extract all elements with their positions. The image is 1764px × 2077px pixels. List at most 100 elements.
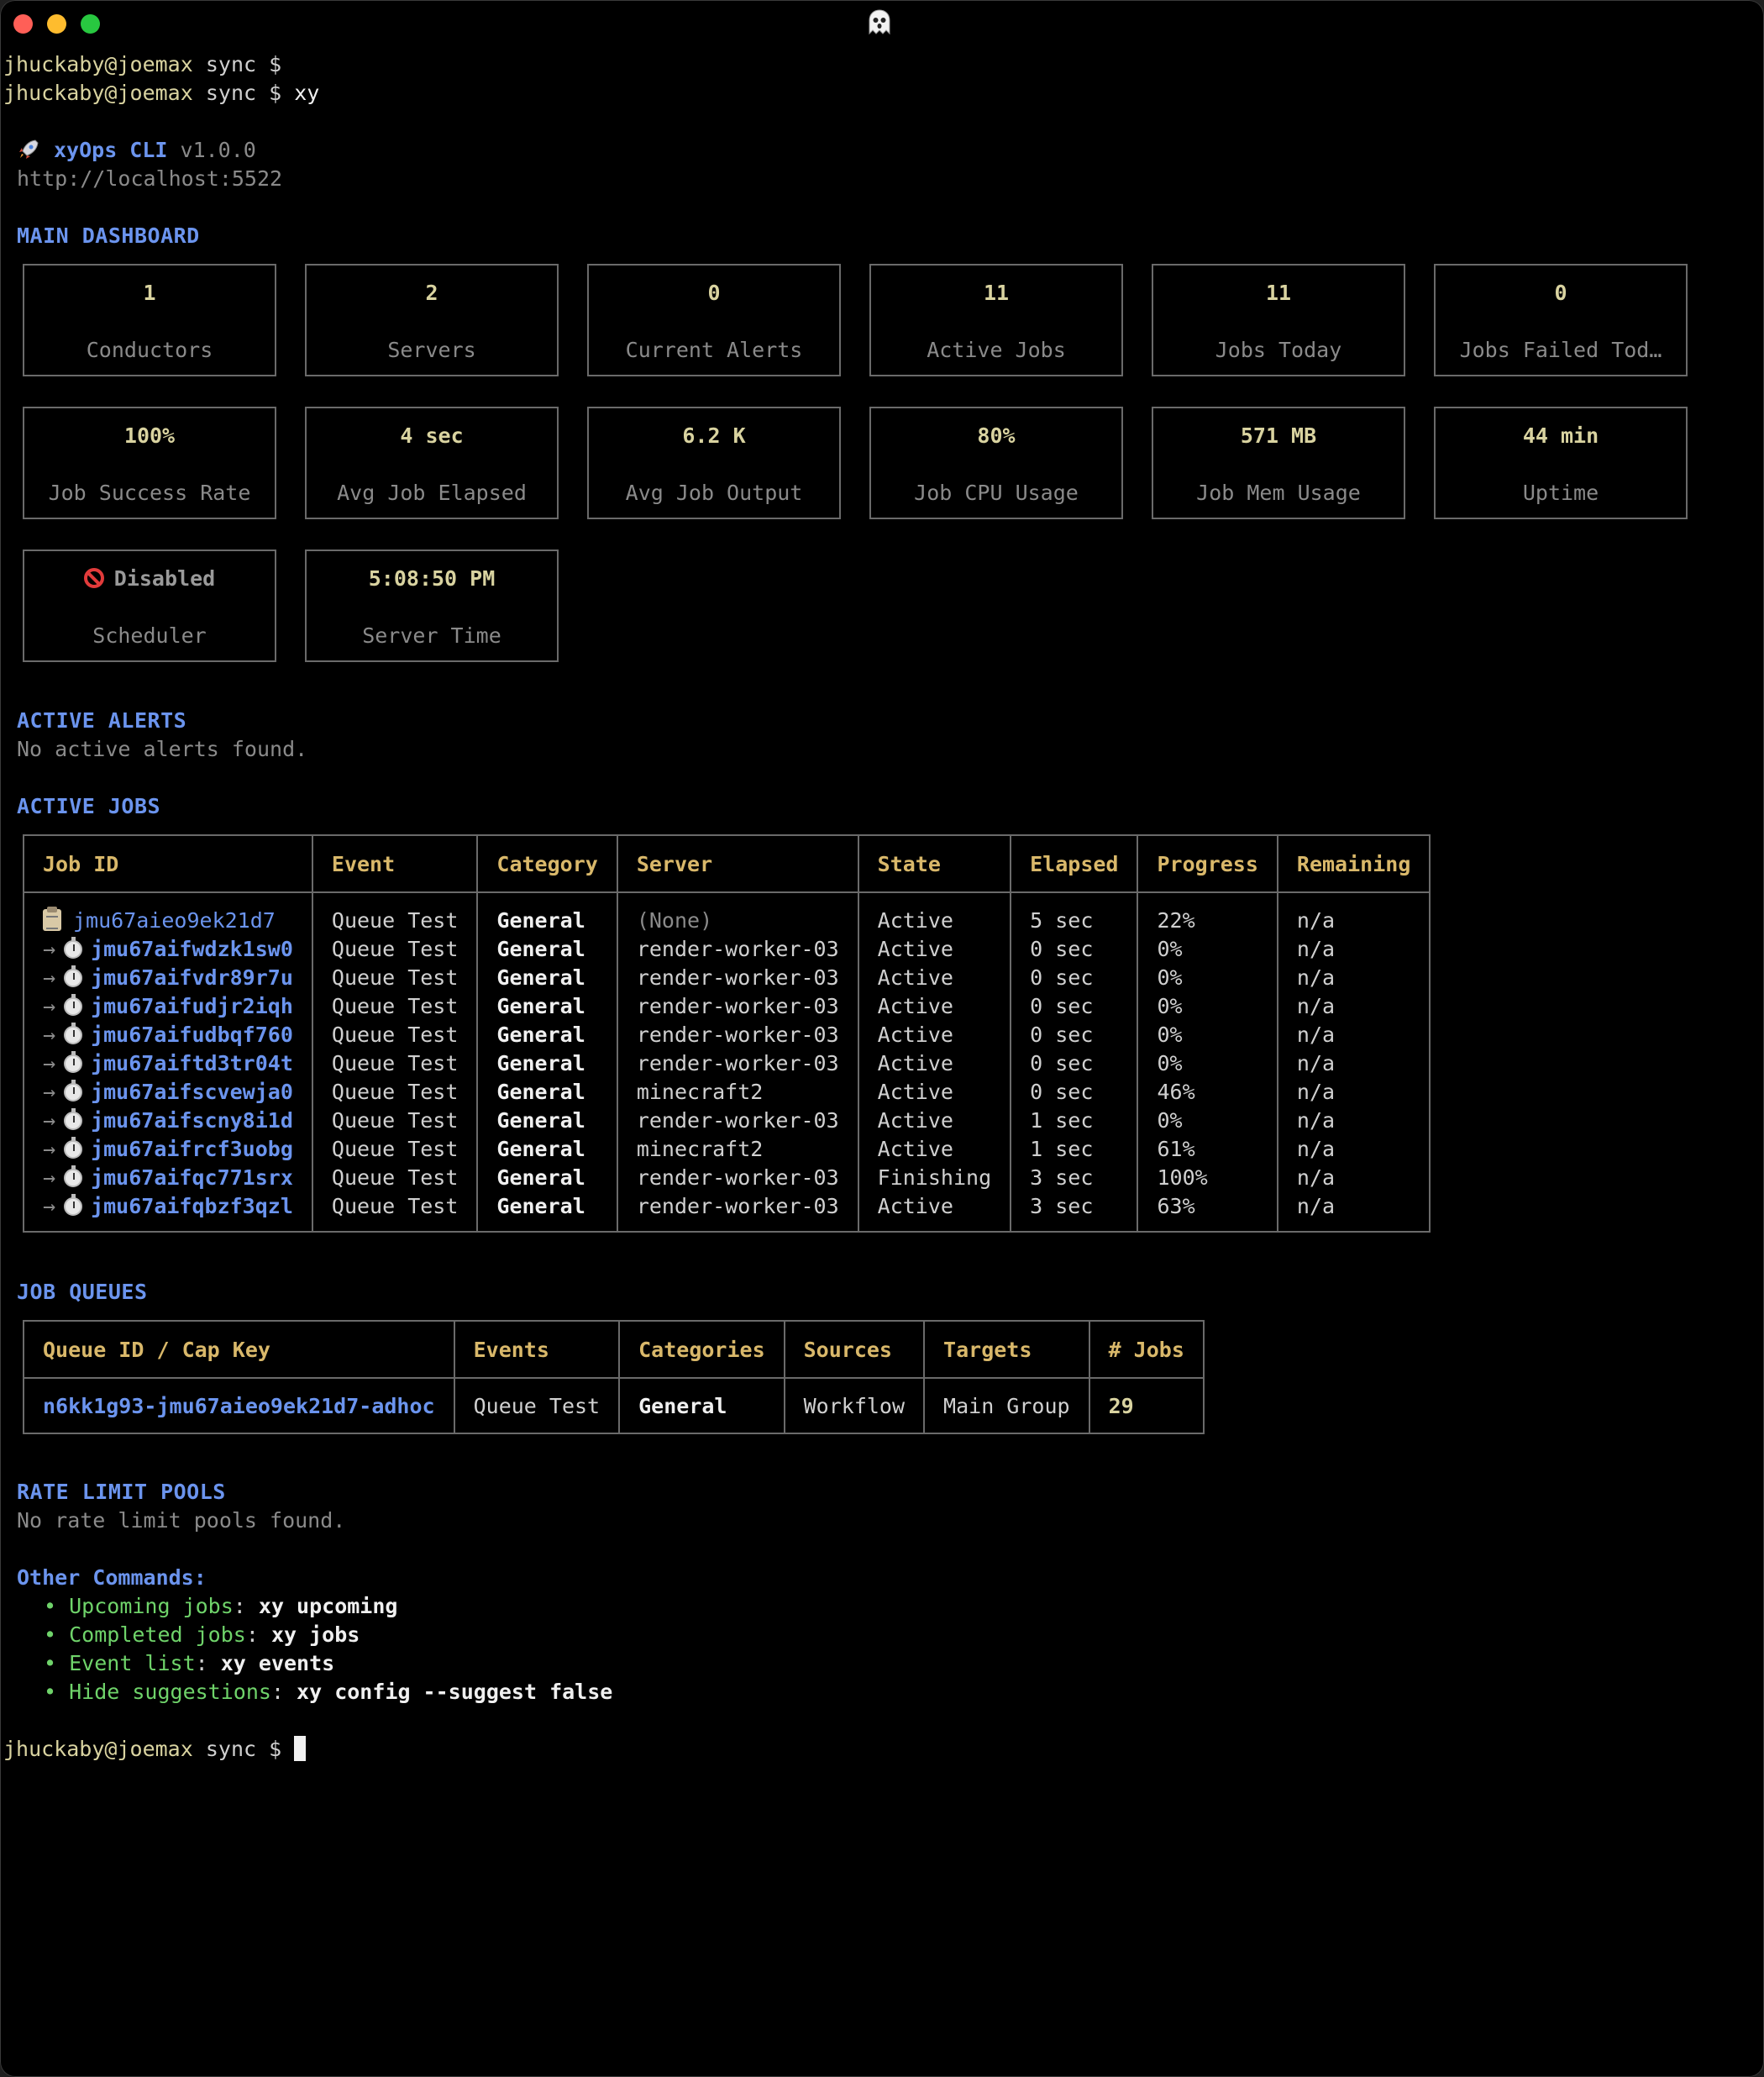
elapsed-column: 5 sec 0 sec 0 sec 0 sec 0 sec 0 sec 0 sec 1 sec… bbox=[1010, 891, 1139, 1233]
job-elapsed-cell: 3 sec bbox=[1030, 1165, 1094, 1190]
job-id-cell[interactable]: → jmu67aifrcf3uobg bbox=[43, 1135, 293, 1164]
stopwatch-icon bbox=[64, 1137, 83, 1159]
job-state-cell: Active bbox=[877, 1108, 953, 1133]
job-remaining-cell: n/a bbox=[1296, 1194, 1336, 1218]
stat-label: Conductors bbox=[86, 338, 213, 362]
table-row[interactable]: n6kk1g93-jmu67aieo9ek21d7-adhoc Queue Te… bbox=[23, 1377, 1205, 1434]
suggestion-label: Upcoming jobs bbox=[69, 1594, 234, 1618]
job-progress-cell: 61% bbox=[1157, 1137, 1195, 1161]
child-arrow-icon: → bbox=[43, 1137, 56, 1161]
progress-column: 22% 0% 0% 0% 0% 0% 46% 0% 61% 100% 63% bbox=[1137, 891, 1278, 1233]
terminal-output[interactable]: jhuckaby@joemax sync $ jhuckaby@joemax s… bbox=[0, 0, 1688, 1761]
job-category-cell: General bbox=[496, 1165, 585, 1190]
job-server-cell: render-worker-03 bbox=[636, 1108, 839, 1133]
prompt-line[interactable]: jhuckaby@joemax sync $ bbox=[3, 1735, 307, 1764]
column-header: Events bbox=[453, 1320, 621, 1379]
job-id-link[interactable]: jmu67aifvdr89r7u bbox=[91, 965, 293, 990]
job-state-cell: Active bbox=[877, 1023, 953, 1047]
job-id-link[interactable]: jmu67aifudbqf760 bbox=[91, 1023, 293, 1047]
job-id-cell[interactable]: → jmu67aifqbzf3qzl bbox=[43, 1192, 293, 1221]
stat-value: 4 sec bbox=[400, 423, 464, 448]
stat-card-jobs-today: 11 Jobs Today bbox=[1152, 264, 1405, 376]
job-progress-cell: 0% bbox=[1157, 1023, 1183, 1047]
job-id-link[interactable]: jmu67aifwdzk1sw0 bbox=[91, 937, 293, 961]
column-header: Category bbox=[476, 834, 618, 893]
stopwatch-icon bbox=[64, 1051, 83, 1073]
column-header: Job ID bbox=[23, 834, 313, 893]
rate-limit-pools-heading: RATE LIMIT POOLS bbox=[17, 1480, 226, 1504]
ghost-icon bbox=[869, 9, 890, 35]
job-id-cell[interactable]: → jmu67aifscvewja0 bbox=[43, 1078, 293, 1107]
command-suggestion: • Completed jobs: xy jobs bbox=[44, 1622, 360, 1647]
job-id-cell[interactable]: → jmu67aifudbqf760 bbox=[43, 1021, 293, 1049]
job-progress-cell: 46% bbox=[1157, 1080, 1195, 1104]
job-server-cell: render-worker-03 bbox=[636, 965, 839, 990]
suggestion-label: Hide suggestions bbox=[69, 1680, 271, 1704]
job-category-cell: General bbox=[496, 1051, 585, 1075]
prohibited-icon bbox=[83, 568, 104, 588]
job-state-cell: Active bbox=[877, 1080, 953, 1104]
job-id-cell[interactable]: → jmu67aifudjr2iqh bbox=[43, 992, 293, 1021]
command-suggestion: • Event list: xy events bbox=[44, 1651, 335, 1675]
job-state-cell: Active bbox=[877, 1051, 953, 1075]
server-url: http://localhost:5522 bbox=[17, 166, 283, 191]
job-id-link[interactable]: jmu67aiftd3tr04t bbox=[91, 1051, 293, 1075]
column-header: Elapsed bbox=[1010, 834, 1139, 893]
child-arrow-icon: → bbox=[43, 1051, 56, 1075]
child-arrow-icon: → bbox=[43, 1194, 56, 1218]
stat-card-conductors: 1 Conductors bbox=[23, 264, 276, 376]
job-id-cell[interactable]: → jmu67aiftd3tr04t bbox=[43, 1049, 293, 1078]
maximize-window-button[interactable] bbox=[81, 14, 100, 34]
job-elapsed-cell: 0 sec bbox=[1030, 1023, 1094, 1047]
job-elapsed-cell: 0 sec bbox=[1030, 965, 1094, 990]
stopwatch-icon bbox=[64, 1194, 83, 1216]
job-server-cell: (None) bbox=[636, 908, 713, 933]
job-id-link[interactable]: jmu67aieo9ek21d7 bbox=[73, 908, 276, 933]
stat-label: Server Time bbox=[362, 623, 501, 648]
stat-value: 0 bbox=[1554, 281, 1567, 305]
job-progress-cell: 0% bbox=[1157, 937, 1183, 961]
job-category-cell: General bbox=[496, 1194, 585, 1218]
command-suggestion: • Hide suggestions: xy config --suggest … bbox=[44, 1680, 613, 1704]
stat-card-jobs-failed-today: 0 Jobs Failed Tod… bbox=[1434, 264, 1688, 376]
stat-card-current-alerts: 0 Current Alerts bbox=[587, 264, 841, 376]
job-progress-cell: 0% bbox=[1157, 994, 1183, 1018]
job-id-cell[interactable]: jmu67aieo9ek21d7 bbox=[43, 907, 293, 935]
job-id-cell[interactable]: → jmu67aifqc771srx bbox=[43, 1164, 293, 1192]
job-category-cell: General bbox=[496, 994, 585, 1018]
job-id-link[interactable]: jmu67aifqc771srx bbox=[91, 1165, 293, 1190]
job-id-link[interactable]: jmu67aifscvewja0 bbox=[91, 1080, 293, 1104]
queue-sources: Workflow bbox=[783, 1377, 926, 1434]
job-id-cell[interactable]: → jmu67aifvdr89r7u bbox=[43, 964, 293, 992]
job-progress-cell: 100% bbox=[1157, 1165, 1208, 1190]
job-id-column: jmu67aieo9ek21d7 → jmu67aifwdzk1sw0 → jmu67a… bbox=[23, 891, 313, 1233]
job-server-cell: render-worker-03 bbox=[636, 994, 839, 1018]
stat-value: 11 bbox=[983, 281, 1010, 305]
job-id-link[interactable]: jmu67aifqbzf3qzl bbox=[91, 1194, 293, 1218]
job-id-link[interactable]: jmu67aifrcf3uobg bbox=[91, 1137, 293, 1161]
stopwatch-icon bbox=[64, 994, 83, 1016]
stat-label: Current Alerts bbox=[625, 338, 803, 362]
job-progress-cell: 63% bbox=[1157, 1194, 1195, 1218]
stopwatch-icon bbox=[64, 937, 83, 959]
stat-card-server-time: 5:08:50 PM Server Time bbox=[305, 549, 559, 662]
stat-label: Job Success Rate bbox=[48, 481, 251, 505]
queue-id[interactable]: n6kk1g93-jmu67aieo9ek21d7-adhoc bbox=[23, 1377, 455, 1434]
prompt-line: jhuckaby@joemax sync $ bbox=[3, 50, 281, 79]
job-server-cell: render-worker-03 bbox=[636, 1023, 839, 1047]
job-remaining-cell: n/a bbox=[1296, 994, 1336, 1018]
job-state-cell: Active bbox=[877, 965, 953, 990]
stat-value: 2 bbox=[425, 281, 438, 305]
stat-value: 100% bbox=[123, 423, 176, 448]
job-id-cell[interactable]: → jmu67aifscny8i1d bbox=[43, 1107, 293, 1135]
prompt-user-host: jhuckaby@joemax bbox=[3, 81, 193, 105]
suggestion-label: Event list bbox=[69, 1651, 196, 1675]
job-id-link[interactable]: jmu67aifudjr2iqh bbox=[91, 994, 293, 1018]
server-column: (None) render-worker-03 render-worker-03 re… bbox=[616, 891, 859, 1233]
job-id-cell[interactable]: → jmu67aifwdzk1sw0 bbox=[43, 935, 293, 964]
job-event-cell: Queue Test bbox=[331, 908, 459, 933]
stat-value: 80% bbox=[977, 423, 1016, 448]
stat-card-scheduler: Disabled Scheduler bbox=[23, 549, 276, 662]
job-category-cell: General bbox=[496, 965, 585, 990]
job-id-link[interactable]: jmu67aifscny8i1d bbox=[91, 1108, 293, 1133]
